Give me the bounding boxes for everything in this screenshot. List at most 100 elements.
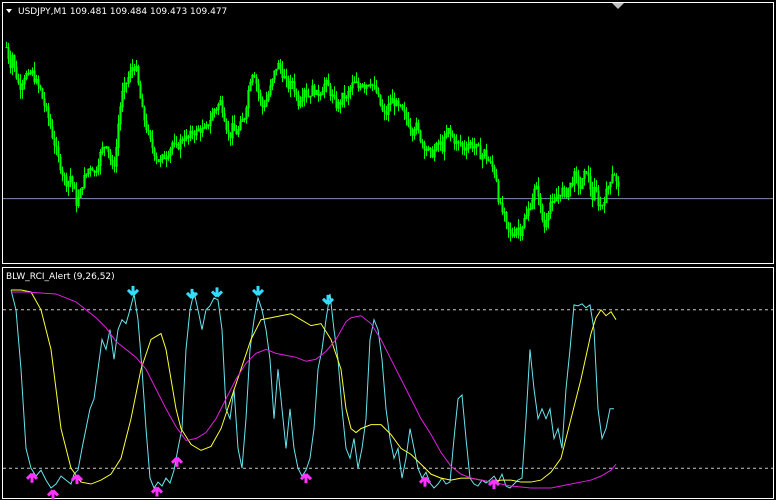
candle-body-bear (279, 63, 282, 69)
candle-body-bear (45, 106, 48, 108)
candle-body-bear (53, 138, 56, 146)
candle-body-bear (459, 142, 462, 144)
chart-canvas: USDJPY,M1 109.481 109.484 109.473 109.47… (0, 0, 776, 500)
candle-body-bear (177, 143, 180, 150)
candle-body-bear (399, 104, 402, 106)
candle-body-bear (199, 128, 202, 133)
candle-body-bear (615, 175, 618, 182)
candle-body-bear (175, 143, 178, 145)
candle-body-bear (41, 88, 44, 99)
candle-body-bear (485, 149, 488, 160)
candle-body-bear (403, 109, 406, 113)
candle-body-bear (125, 83, 128, 85)
candle-body-bear (151, 138, 154, 149)
candle-body-bear (155, 156, 158, 160)
candle-body-bear (477, 144, 480, 146)
candle-body-bear (327, 80, 330, 87)
candle-body-bear (91, 168, 94, 171)
candle-body-bear (113, 165, 116, 167)
candle-body-bear (617, 181, 620, 187)
candle-body-bear (63, 174, 66, 177)
candle-body-bear (49, 118, 52, 127)
candle-body-bear (193, 133, 196, 136)
candle-body-bear (577, 175, 580, 186)
candle-body-bear (305, 90, 308, 97)
candle-body-bear (257, 83, 260, 93)
candle-body-bear (397, 100, 400, 105)
indicator-label: BLW_RCI_Alert (9,26,52) (6, 272, 115, 282)
candle-body-bear (233, 123, 236, 131)
candle-body-bear (613, 174, 616, 176)
candle-body-bear (111, 159, 114, 166)
candle-body-bear (421, 141, 424, 143)
candle-body-bear (373, 85, 376, 87)
candle-body-bear (15, 67, 18, 79)
candle-body-bear (401, 105, 404, 110)
candle-body-bear (381, 105, 384, 111)
candle-body-bear (253, 75, 256, 78)
candle-body-bear (141, 98, 144, 108)
candle-body-bear (59, 157, 62, 171)
candle-body-bear (509, 229, 512, 233)
candle-body-bear (43, 98, 46, 107)
candle-body-bear (377, 92, 380, 95)
candle-body-bear (51, 126, 54, 139)
candle-body-bear (451, 133, 454, 137)
candle-body-bear (137, 66, 140, 84)
candle-body-bear (17, 78, 20, 84)
candle-body-bear (55, 145, 58, 147)
candle-body-bear (293, 81, 296, 92)
candle-body-bear (541, 205, 544, 221)
candle-body-bear (407, 119, 410, 126)
candle-body-bear (449, 128, 452, 134)
candle-body-bear (9, 59, 12, 68)
candle-body-bear (133, 67, 136, 71)
candle-body-bear (259, 92, 262, 99)
candle-body-bear (497, 180, 500, 203)
candle-body-bear (71, 176, 74, 185)
candle-body-bear (225, 121, 228, 130)
candle-body-bear (65, 176, 68, 187)
candle-body-bear (405, 112, 408, 120)
candle-body-bear (493, 166, 496, 175)
candle-body-bear (37, 79, 40, 86)
candle-body-bear (295, 91, 298, 95)
symbol-info-label: USDJPY,M1 109.481 109.484 109.473 109.47… (18, 7, 227, 17)
candle-body-bear (371, 84, 374, 86)
candle-body-bear (501, 202, 504, 213)
candle-body-bear (187, 135, 190, 138)
candle-body-bear (229, 132, 232, 138)
candle-body-bear (163, 154, 166, 159)
candle-body-bear (145, 120, 148, 131)
candle-body-bear (499, 202, 502, 204)
candle-body-bear (191, 131, 194, 134)
candle-body-bear (93, 170, 96, 173)
candle-body-bear (255, 77, 258, 84)
candle-body-bear (207, 124, 210, 127)
candle-body-bear (505, 212, 508, 223)
candle-body-bear (285, 76, 288, 79)
candle-body-bear (157, 159, 160, 162)
candle-body-bear (221, 100, 224, 114)
candle-body-bear (563, 187, 566, 190)
candle-body-bear (575, 171, 578, 176)
candle-body-bear (13, 55, 16, 68)
candle-body-bear (429, 147, 432, 151)
candle-body-bear (61, 170, 64, 175)
candle-body-bear (153, 148, 156, 157)
candle-body-bear (39, 85, 42, 89)
candle-body-bear (57, 146, 60, 158)
candle-body-bear (487, 159, 490, 162)
candle-body-bear (173, 142, 176, 144)
candle-body-bear (587, 172, 590, 176)
candle-body-bear (491, 161, 494, 167)
candle-body-bear (73, 184, 76, 190)
candle-body-bear (149, 131, 152, 139)
candle-body-bear (47, 107, 50, 119)
candle-body-bear (585, 171, 588, 173)
candle-body-bear (383, 110, 386, 113)
candle-body-bear (75, 189, 78, 206)
candle-body-bear (507, 222, 510, 230)
candle-body-bear (409, 125, 412, 130)
candle-body-bear (5, 47, 8, 49)
